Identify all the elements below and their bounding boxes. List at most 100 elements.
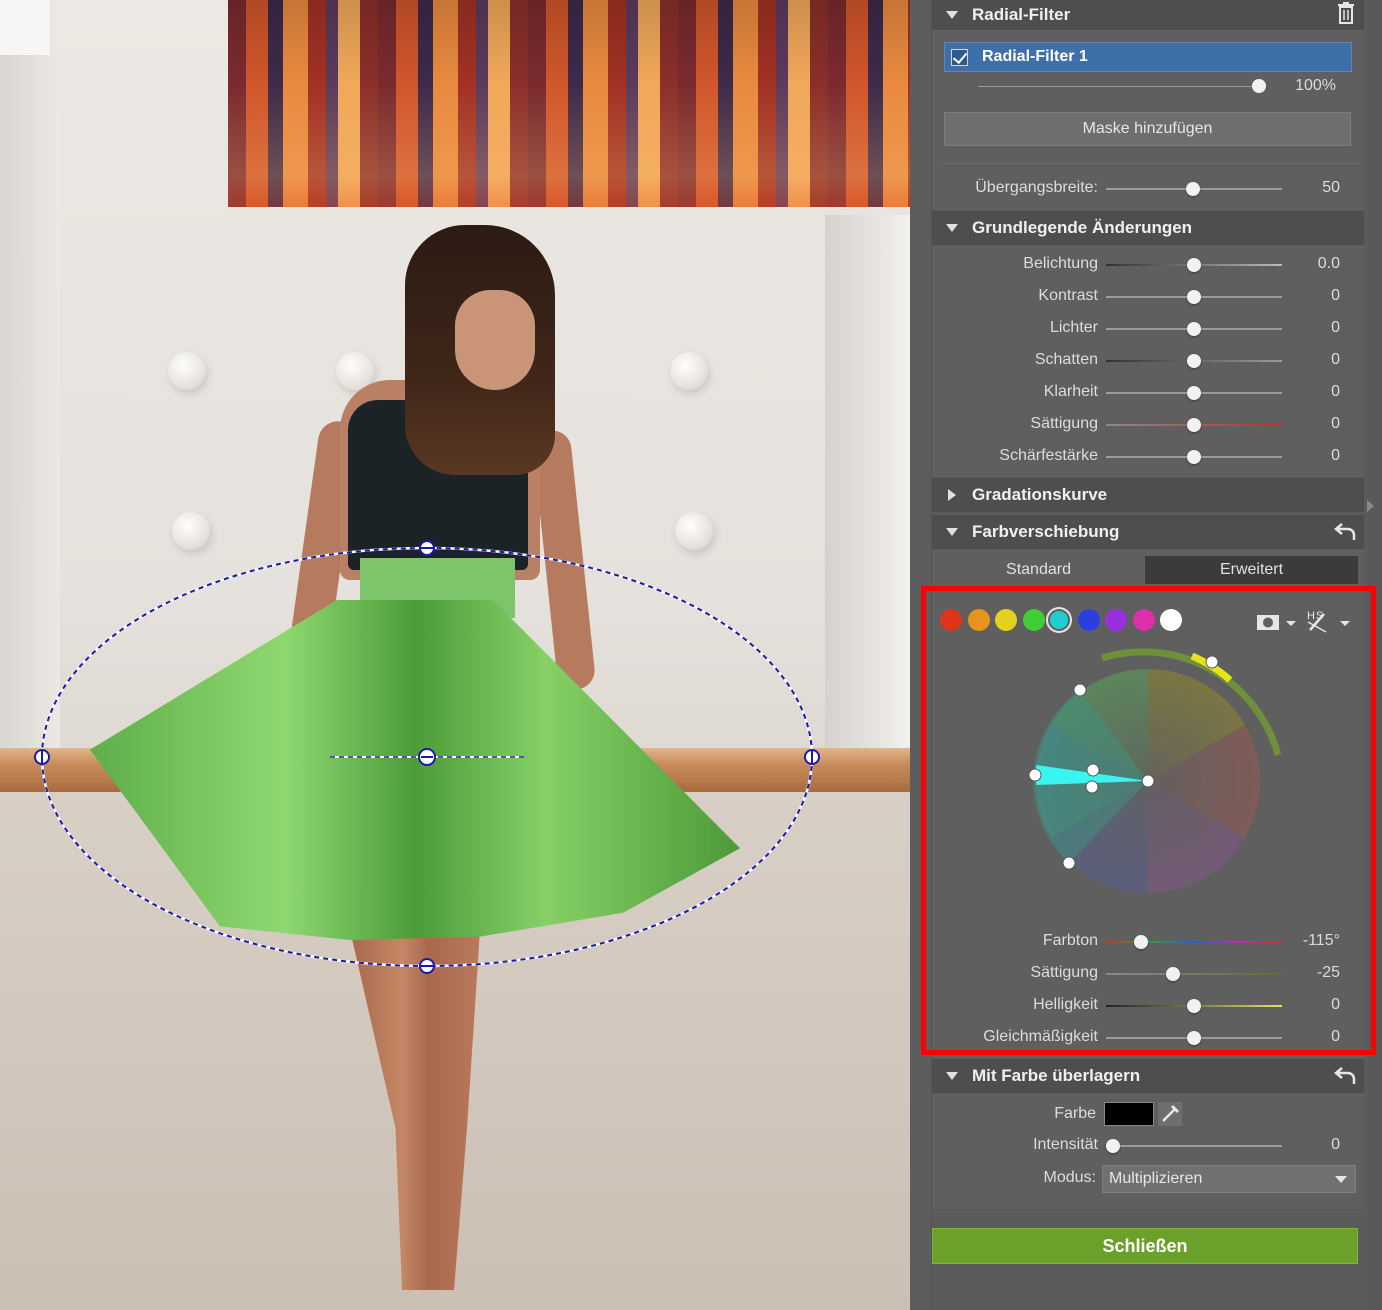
section-curve[interactable]: Gradationskurve — [932, 478, 1364, 512]
color-dot-orange[interactable] — [967, 609, 990, 631]
panel-scrollbar[interactable] — [1368, 0, 1382, 1310]
slider-thumb[interactable] — [1187, 450, 1201, 464]
svg-text:H: H — [1307, 610, 1315, 622]
handle-right[interactable] — [804, 749, 820, 765]
layer-enable-checkbox[interactable] — [951, 48, 968, 66]
slider-colorshift-1[interactable]: Sättigung -25 — [932, 958, 1364, 990]
handle-top[interactable] — [419, 540, 435, 556]
section-overlay[interactable]: Mit Farbe überlagern — [932, 1059, 1364, 1093]
mask-view-icon[interactable] — [1256, 612, 1302, 632]
slider-value: 0 — [1331, 351, 1340, 368]
slider-colorshift-3[interactable]: Gleichmäßigkeit 0 — [932, 1022, 1364, 1054]
color-shift-tabs: Standard Erweitert — [932, 556, 1358, 584]
handle-bottom[interactable] — [419, 958, 435, 974]
slider-transition[interactable]: Übergangsbreite: 50 — [932, 173, 1364, 205]
panel-expand-arrow[interactable] — [1367, 500, 1374, 512]
slider-thumb[interactable] — [1187, 386, 1201, 400]
slider-label: Schatten — [1034, 351, 1098, 368]
slider-label: Kontrast — [1038, 287, 1098, 304]
hue-handle-lower[interactable] — [1085, 780, 1099, 794]
slider-thumb[interactable] — [1165, 967, 1180, 981]
slider-thumb[interactable] — [1187, 354, 1201, 368]
slider-thumb[interactable] — [1187, 418, 1201, 432]
slider-label: Sättigung — [1030, 964, 1098, 981]
mode-select[interactable]: Multiplizieren — [1102, 1165, 1356, 1193]
slider-label: Belichtung — [1023, 255, 1098, 272]
section-title: Farbverschiebung — [972, 522, 1120, 541]
color-dot-blue[interactable] — [1077, 609, 1100, 631]
slider-value: 0 — [1331, 383, 1340, 400]
tab-standard[interactable]: Standard — [932, 556, 1145, 584]
slider-thumb[interactable] — [1134, 935, 1149, 949]
slider-thumb[interactable] — [1187, 290, 1201, 304]
hue-wheel[interactable] — [1020, 640, 1300, 910]
hue-shift-handle[interactable] — [1205, 655, 1219, 669]
layer-name: Radial-Filter 1 — [982, 48, 1088, 65]
slider-thumb[interactable] — [1106, 1139, 1120, 1153]
slider-track[interactable] — [1106, 941, 1282, 943]
slider-track[interactable] — [1106, 1145, 1282, 1147]
slider-value: 50 — [1322, 179, 1340, 196]
eyedropper-hs-icon[interactable]: H S — [1306, 608, 1354, 634]
slider-basic-1[interactable]: Kontrast 0 — [932, 281, 1364, 313]
slider-colorshift-0[interactable]: Farbton -115° — [932, 926, 1364, 958]
handle-left[interactable] — [34, 749, 50, 765]
range-handle-top[interactable] — [1073, 683, 1087, 697]
close-button[interactable]: Schließen — [932, 1228, 1358, 1264]
slider-label: Intensität — [1033, 1136, 1098, 1153]
slider-thumb[interactable] — [1186, 182, 1200, 196]
collapse-icon — [946, 1072, 958, 1080]
opacity-track[interactable] — [978, 86, 1260, 87]
hue-handle-outer[interactable] — [1028, 768, 1042, 782]
eyedropper-icon[interactable] — [1158, 1102, 1182, 1126]
trash-icon[interactable] — [1336, 2, 1356, 24]
section-basic[interactable]: Grundlegende Änderungen — [932, 211, 1364, 245]
slider-intensity[interactable]: Intensität 0 — [932, 1130, 1364, 1162]
slider-basic-5[interactable]: Sättigung 0 — [932, 409, 1364, 441]
collapse-icon — [946, 11, 958, 19]
slider-colorshift-2[interactable]: Helligkeit 0 — [932, 990, 1364, 1022]
radial-filter-overlay[interactable] — [0, 0, 910, 1310]
section-title: Gradationskurve — [972, 485, 1108, 504]
hue-handle-center[interactable] — [1141, 774, 1155, 788]
slider-thumb[interactable] — [1187, 1031, 1201, 1045]
slider-basic-2[interactable]: Lichter 0 — [932, 313, 1364, 345]
slider-track[interactable] — [1106, 973, 1282, 975]
collapse-icon — [946, 224, 958, 232]
handle-center[interactable] — [418, 748, 436, 766]
color-dot-white[interactable] — [1160, 609, 1182, 631]
slider-value: 0 — [1331, 415, 1340, 432]
overlay-color-swatch[interactable] — [1104, 1102, 1154, 1126]
slider-basic-4[interactable]: Klarheit 0 — [932, 377, 1364, 409]
slider-basic-6[interactable]: Schärfestärke 0 — [932, 441, 1364, 473]
section-color-shift[interactable]: Farbverschiebung — [932, 515, 1364, 549]
slider-label: Klarheit — [1043, 383, 1098, 400]
add-mask-button[interactable]: Maske hinzufügen — [944, 112, 1351, 146]
slider-thumb[interactable] — [1187, 322, 1201, 336]
photo-canvas[interactable] — [0, 0, 910, 1310]
tab-erweitert[interactable]: Erweitert — [1145, 556, 1358, 584]
section-title: Radial-Filter — [972, 5, 1071, 24]
opacity-thumb[interactable] — [1252, 79, 1266, 93]
slider-value: -115° — [1302, 932, 1340, 949]
hue-handle-upper[interactable] — [1086, 763, 1100, 777]
reset-icon[interactable] — [1334, 1064, 1358, 1086]
panel-gutter — [910, 0, 932, 1310]
range-handle-bottom[interactable] — [1062, 856, 1076, 870]
color-dot-purple[interactable] — [1105, 609, 1127, 631]
slider-thumb[interactable] — [1187, 999, 1201, 1013]
color-dot-red[interactable] — [940, 609, 962, 631]
slider-basic-3[interactable]: Schatten 0 — [932, 345, 1364, 377]
color-dot-yellow[interactable] — [995, 609, 1017, 631]
color-dot-magenta[interactable] — [1132, 609, 1155, 631]
layer-radial-filter-1[interactable]: Radial-Filter 1 — [944, 42, 1352, 72]
section-radial-filter[interactable]: Radial-Filter — [932, 0, 1364, 30]
slider-thumb[interactable] — [1187, 258, 1201, 272]
slider-basic-0[interactable]: Belichtung 0.0 — [932, 249, 1364, 281]
reset-icon[interactable] — [1334, 520, 1358, 542]
color-dot-cyan[interactable] — [1050, 611, 1068, 629]
slider-label: Helligkeit — [1033, 996, 1098, 1013]
color-dot-green[interactable] — [1022, 609, 1045, 631]
mode-select-value: Multiplizieren — [1109, 1170, 1203, 1187]
section-title: Grundlegende Änderungen — [972, 218, 1193, 237]
